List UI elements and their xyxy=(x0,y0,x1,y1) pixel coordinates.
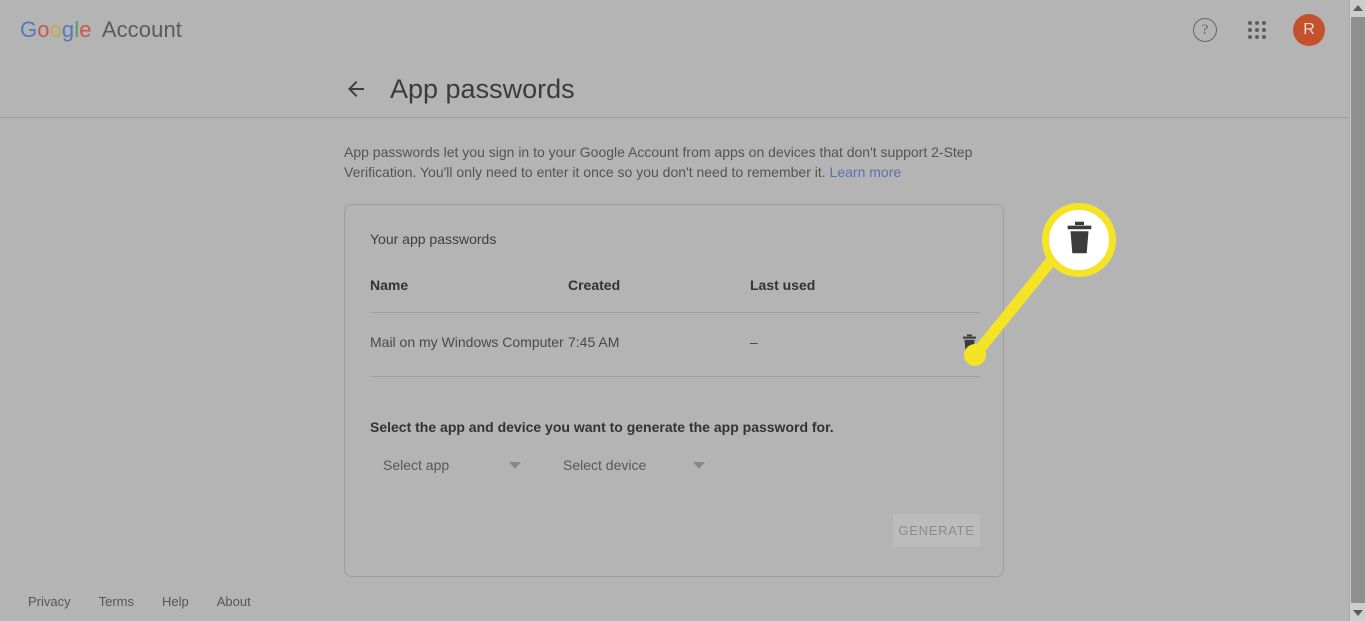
scrollbar-thumb[interactable] xyxy=(1351,17,1365,603)
learn-more-link[interactable]: Learn more xyxy=(830,164,902,180)
apps-button[interactable] xyxy=(1241,14,1273,46)
google-logo-letter: G xyxy=(20,17,38,42)
generate-button[interactable]: GENERATE xyxy=(893,514,980,547)
google-logo-letter: g xyxy=(61,17,75,42)
chevron-down-icon xyxy=(509,461,521,469)
google-logo: Google xyxy=(20,17,98,42)
top-bar: Google Account ? R xyxy=(0,0,1349,118)
footer-link-privacy[interactable]: Privacy xyxy=(28,594,71,609)
select-device-value: Select device xyxy=(563,457,647,473)
help-circle-icon: ? xyxy=(1193,18,1217,42)
back-arrow-icon[interactable] xyxy=(344,77,368,101)
cell-last-used: – xyxy=(750,312,920,377)
google-logo-letter: o xyxy=(37,17,50,42)
selector-row: Select app Select device xyxy=(383,457,705,473)
chevron-down-icon xyxy=(693,461,705,469)
footer-links: Privacy Terms Help About xyxy=(28,594,251,609)
table-header-row: Name Created Last used xyxy=(370,277,980,313)
footer-link-about[interactable]: About xyxy=(217,594,251,609)
card-title: Your app passwords xyxy=(370,231,497,247)
avatar[interactable]: R xyxy=(1293,14,1325,46)
select-device-dropdown[interactable]: Select device xyxy=(563,457,705,473)
select-app-dropdown[interactable]: Select app xyxy=(383,457,563,473)
footer-link-terms[interactable]: Terms xyxy=(99,594,134,609)
google-logo-letter: o xyxy=(49,17,62,42)
column-header-name: Name xyxy=(370,277,568,313)
page-title: App passwords xyxy=(390,74,575,104)
vertical-scrollbar[interactable] xyxy=(1349,0,1365,621)
page-description: App passwords let you sign in to your Go… xyxy=(344,142,999,182)
cell-name: Mail on my Windows Computer xyxy=(370,312,568,377)
app-passwords-table: Name Created Last used Mail on my Window… xyxy=(370,277,980,377)
help-button[interactable]: ? xyxy=(1189,14,1221,46)
scroll-up-arrow-icon[interactable] xyxy=(1350,0,1365,16)
cell-created: 7:45 AM xyxy=(568,312,750,377)
column-header-last-used: Last used xyxy=(750,277,920,313)
apps-grid-icon xyxy=(1248,21,1266,39)
footer-link-help[interactable]: Help xyxy=(162,594,189,609)
page-heading: App passwords xyxy=(344,72,575,106)
callout-highlight-bubble xyxy=(1042,203,1116,277)
column-header-created: Created xyxy=(568,277,750,313)
scroll-down-arrow-icon[interactable] xyxy=(1350,605,1365,621)
google-logo-letter: e xyxy=(79,17,92,42)
table-row: Mail on my Windows Computer 7:45 AM – xyxy=(370,312,980,377)
app-passwords-card: Your app passwords Name Created Last use… xyxy=(344,204,1004,577)
app-passwords-page: Google Account ? R App passwords App pas… xyxy=(0,0,1365,621)
google-account-brand[interactable]: Google Account xyxy=(20,17,182,43)
column-header-actions xyxy=(920,277,980,313)
generate-section-label: Select the app and device you want to ge… xyxy=(370,419,834,435)
cell-actions xyxy=(920,312,980,377)
brand-account-label: Account xyxy=(101,17,183,42)
trash-icon xyxy=(1066,221,1093,260)
top-bar-actions: ? R xyxy=(1189,14,1325,46)
select-app-value: Select app xyxy=(383,457,450,473)
trash-icon[interactable] xyxy=(958,332,980,354)
